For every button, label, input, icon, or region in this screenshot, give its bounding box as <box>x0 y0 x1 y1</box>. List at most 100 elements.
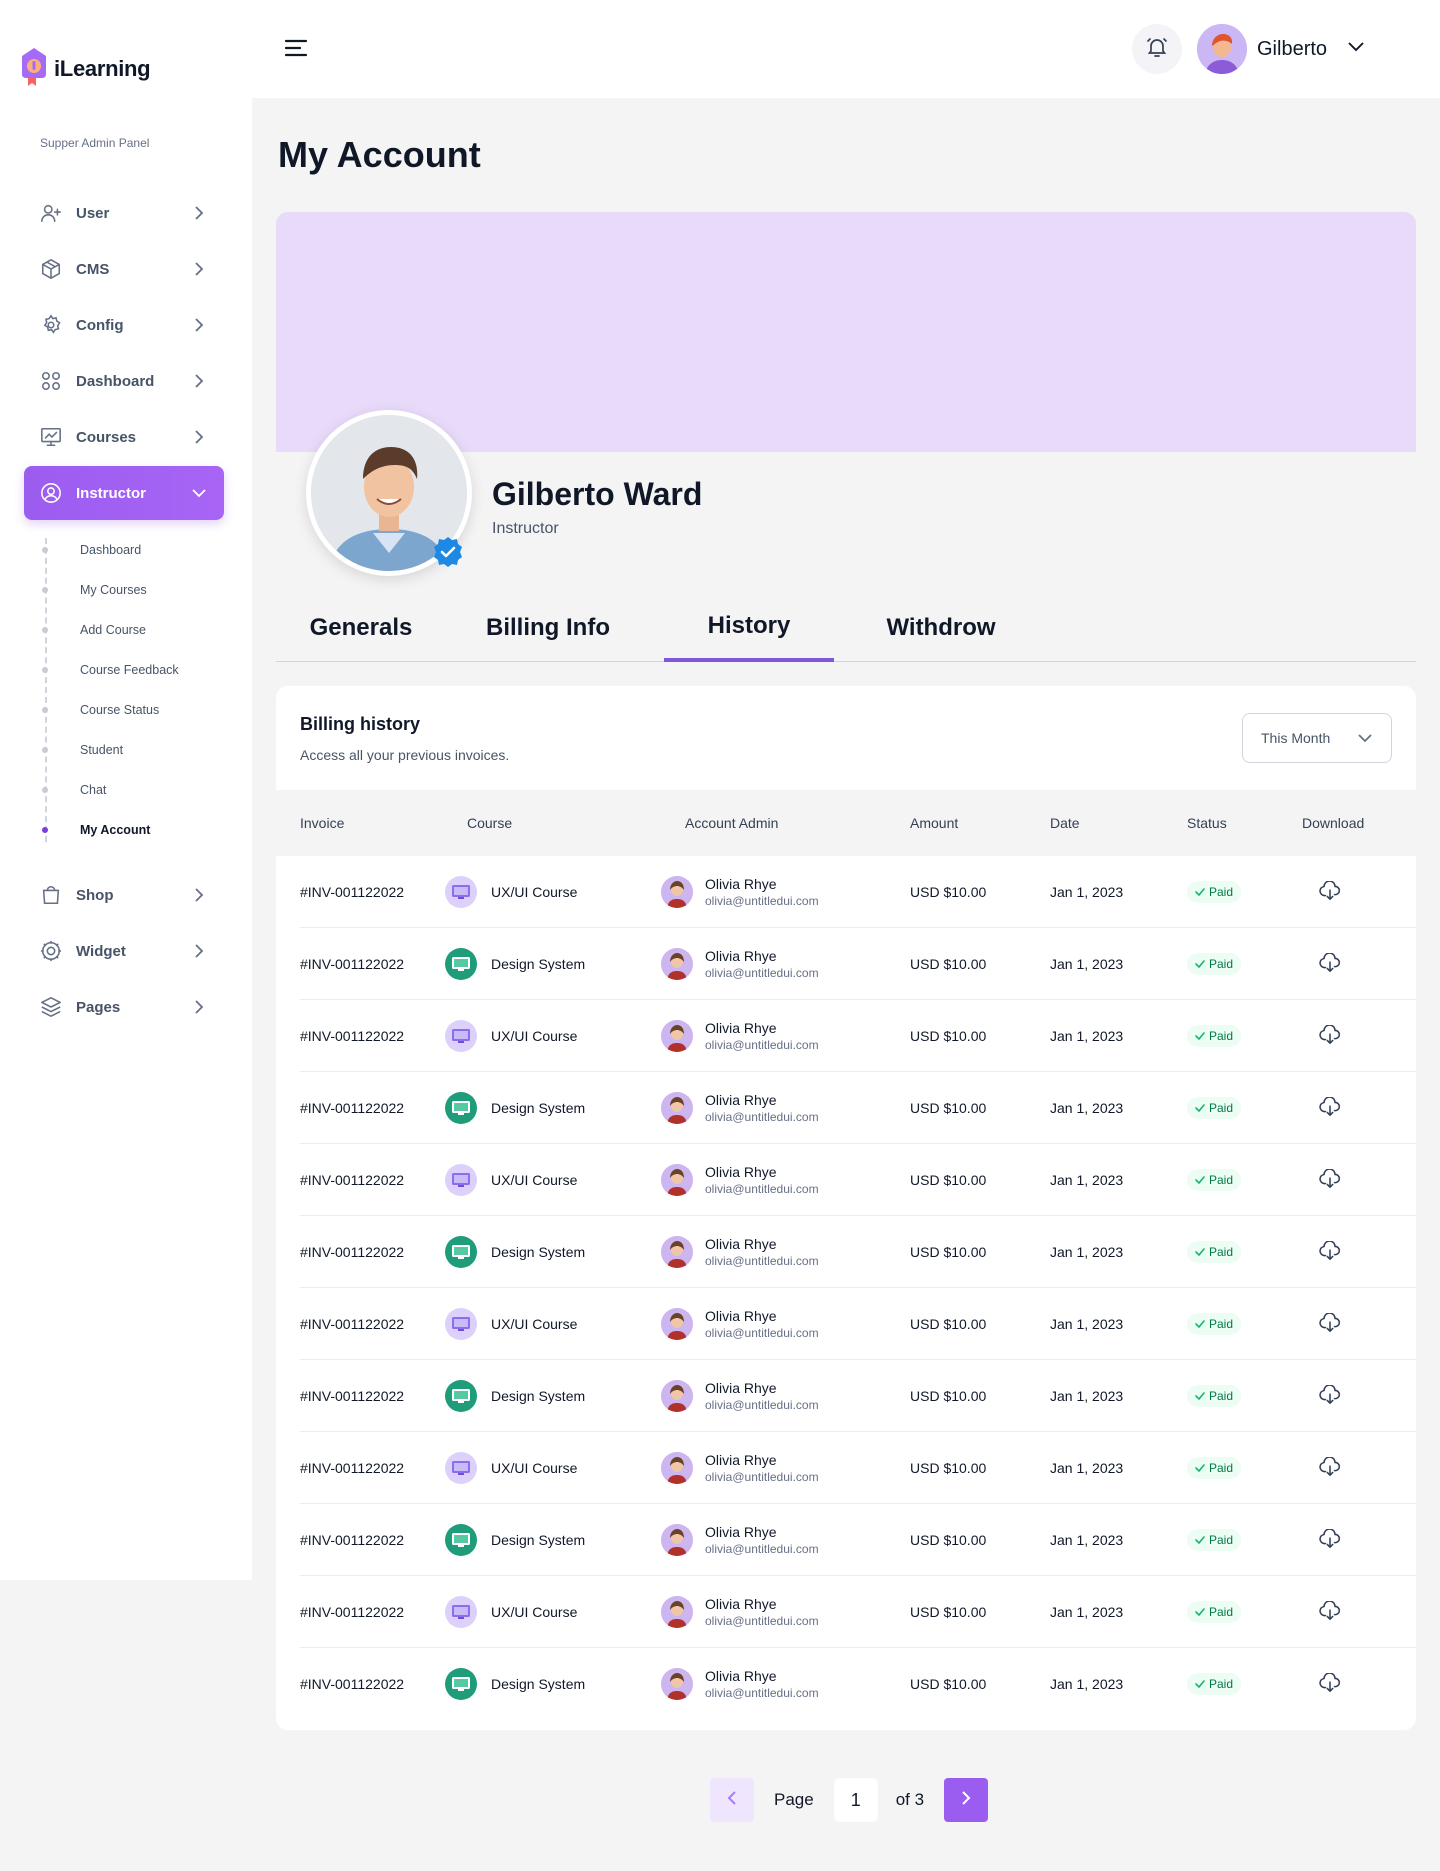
prev-page-button[interactable] <box>710 1778 754 1822</box>
status-text: Paid <box>1209 1677 1234 1691</box>
subnav-item-chat[interactable]: Chat <box>42 770 224 810</box>
download-button[interactable] <box>1318 1239 1342 1264</box>
amount-cell: USD $10.00 <box>910 1316 987 1332</box>
table-body: #INV-001122022 UX/UI Course Olivia Rhye oli… <box>276 856 1416 1720</box>
download-button[interactable] <box>1318 1311 1342 1336</box>
logo[interactable]: iLearning <box>20 46 151 91</box>
subnav-label: Chat <box>80 783 107 797</box>
subnav-label: Course Status <box>80 703 160 717</box>
topbar: Gilberto <box>252 0 1440 98</box>
download-button[interactable] <box>1318 1023 1342 1048</box>
download-button[interactable] <box>1318 1671 1342 1696</box>
amount-cell: USD $10.00 <box>910 1388 987 1404</box>
invoice-cell: #INV-001122022 <box>300 1676 405 1692</box>
cloud-download-icon <box>1319 1311 1341 1336</box>
date-cell: Jan 1, 2023 <box>1050 884 1124 900</box>
tab-generals[interactable]: Generals <box>296 594 426 662</box>
subnav-item-dashboard[interactable]: Dashboard <box>42 530 224 570</box>
download-cell <box>1318 1000 1342 1072</box>
status-cell: Paid <box>1187 1432 1242 1504</box>
subnav-item-my-account[interactable]: My Account <box>42 810 224 850</box>
sidebar-item-user[interactable]: User <box>24 186 224 240</box>
chevron-down-icon <box>1347 40 1365 58</box>
status-badge: Paid <box>1187 1601 1242 1623</box>
download-button[interactable] <box>1318 1455 1342 1480</box>
sidebar-item-instructor[interactable]: Instructor <box>24 466 224 520</box>
sidebar-item-config[interactable]: Config <box>24 298 224 352</box>
avatar <box>661 948 693 980</box>
status-badge: Paid <box>1187 1457 1242 1479</box>
admin-cell: Olivia Rhye olivia@untitledui.com <box>661 1648 819 1720</box>
course-thumbnail-icon <box>445 1668 477 1700</box>
tab-history[interactable]: History <box>664 594 834 662</box>
course-cell: UX/UI Course <box>445 1432 577 1504</box>
status-cell: Paid <box>1187 1360 1242 1432</box>
download-button[interactable] <box>1318 1599 1342 1624</box>
chevron-right-icon <box>190 998 208 1016</box>
tab-billing-info[interactable]: Billing Info <box>462 594 634 662</box>
gear-icon <box>40 314 62 336</box>
date-cell: Jan 1, 2023 <box>1050 1532 1124 1548</box>
brand-name: iLearning <box>54 55 151 81</box>
admin-info: Olivia Rhye olivia@untitledui.com <box>705 1667 819 1701</box>
notification-button[interactable] <box>1132 24 1182 74</box>
amount-cell: USD $10.00 <box>910 1604 987 1620</box>
menu-icon[interactable] <box>284 36 310 60</box>
user-menu[interactable]: Gilberto <box>1197 24 1365 74</box>
avatar <box>661 1236 693 1268</box>
avatar <box>661 1596 693 1628</box>
table-row: #INV-001122022 UX/UI Course Olivia Rhye oli… <box>300 1000 1416 1072</box>
page-number-input[interactable]: 1 <box>833 1778 878 1822</box>
amount-cell: USD $10.00 <box>910 1676 987 1692</box>
course-thumbnail-icon <box>445 1308 477 1340</box>
subnav-item-course-status[interactable]: Course Status <box>42 690 224 730</box>
admin-info: Olivia Rhye olivia@untitledui.com <box>705 1091 819 1125</box>
profile-role: Instructor <box>492 520 559 537</box>
download-cell <box>1318 1072 1342 1144</box>
admin-name: Olivia Rhye <box>705 948 777 964</box>
download-button[interactable] <box>1318 1383 1342 1408</box>
download-button[interactable] <box>1318 1527 1342 1552</box>
invoice-cell: #INV-001122022 <box>300 1244 405 1260</box>
course-thumbnail-icon <box>445 1524 477 1556</box>
subnav-label: My Courses <box>80 583 147 597</box>
download-button[interactable] <box>1318 879 1342 904</box>
download-button[interactable] <box>1318 951 1342 976</box>
page-label: Page <box>774 1790 814 1809</box>
course-thumbnail-icon <box>445 1596 477 1628</box>
date-cell: Jan 1, 2023 <box>1050 1316 1124 1332</box>
invoice-cell: #INV-001122022 <box>300 1316 405 1332</box>
check-icon <box>1195 1029 1205 1043</box>
subnav-item-add-course[interactable]: Add Course <box>42 610 224 650</box>
course-name: UX/UI Course <box>491 1604 578 1620</box>
invoice-cell: #INV-001122022 <box>300 884 405 900</box>
sidebar-item-shop[interactable]: Shop <box>24 868 224 922</box>
logo-icon <box>20 46 48 91</box>
grid-icon <box>40 370 62 392</box>
period-filter-select[interactable]: This Month <box>1242 713 1392 763</box>
sidebar-item-widget[interactable]: Widget <box>24 924 224 978</box>
subnav-item-student[interactable]: Student <box>42 730 224 770</box>
download-button[interactable] <box>1318 1167 1342 1192</box>
subnav-label: My Account <box>80 823 151 837</box>
sidebar-item-cms[interactable]: CMS <box>24 242 224 296</box>
course-thumbnail-icon <box>445 1380 477 1412</box>
cloud-download-icon <box>1319 1239 1341 1264</box>
subnav-item-course-feedback[interactable]: Course Feedback <box>42 650 224 690</box>
admin-cell: Olivia Rhye olivia@untitledui.com <box>661 1432 819 1504</box>
admin-email: olivia@untitledui.com <box>705 1254 819 1268</box>
subnav-item-my-courses[interactable]: My Courses <box>42 570 224 610</box>
column-header: Account Admin <box>685 815 779 831</box>
download-button[interactable] <box>1318 1095 1342 1120</box>
shopping-bag-icon <box>40 884 62 906</box>
sidebar-item-courses[interactable]: Courses <box>24 410 224 464</box>
admin-email: olivia@untitledui.com <box>705 966 819 980</box>
sidebar-item-label: Shop <box>76 886 114 904</box>
sidebar-item-dashboard[interactable]: Dashboard <box>24 354 224 408</box>
status-badge: Paid <box>1187 1313 1242 1335</box>
tab-withdrow[interactable]: Withdrow <box>866 594 1016 662</box>
date-cell: Jan 1, 2023 <box>1050 1676 1124 1692</box>
next-page-button[interactable] <box>944 1778 989 1822</box>
status-cell: Paid <box>1187 856 1242 928</box>
sidebar-item-pages[interactable]: Pages <box>24 980 224 1034</box>
